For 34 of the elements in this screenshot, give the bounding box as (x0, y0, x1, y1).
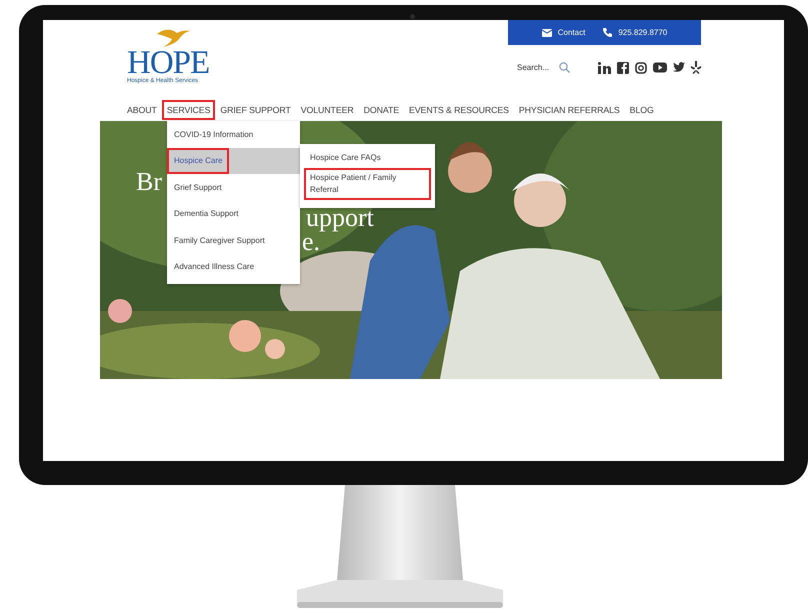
phone-icon (603, 28, 612, 37)
nav-link[interactable]: PHYSICIAN REFERRALS (516, 102, 623, 118)
camera-icon (410, 14, 415, 19)
nav-link[interactable]: EVENTS & RESOURCES (406, 102, 512, 118)
menu-item[interactable]: Family Caregiver Support (167, 227, 300, 254)
search-icon[interactable] (559, 62, 570, 73)
facebook-icon[interactable] (617, 62, 629, 74)
hero-heading: upport (306, 205, 374, 231)
menu-item[interactable]: Hospice Care (167, 148, 230, 174)
search-field[interactable]: Search... (517, 63, 553, 72)
bird-icon[interactable] (673, 62, 685, 73)
menu-item[interactable]: COVID-19 Information (167, 121, 300, 148)
menu-item[interactable]: Grief Support (167, 174, 300, 200)
nav-link[interactable]: DONATE (360, 102, 402, 118)
menu-item[interactable]: Hospice Patient / Family Referral (304, 168, 431, 200)
envelope-icon (542, 28, 552, 36)
nav-link[interactable]: BLOG (626, 102, 657, 118)
phone-link[interactable]: 925.829.8770 (618, 28, 668, 37)
nav-link[interactable]: VOLUNTEER (298, 102, 357, 118)
nav-link[interactable]: ABOUT (124, 102, 160, 118)
menu-item[interactable]: Advanced Illness Care (167, 254, 300, 280)
hero-heading: Br (136, 169, 162, 195)
nav-link[interactable]: SERVICES (164, 102, 214, 118)
instagram-icon[interactable] (635, 62, 647, 74)
youtube-icon[interactable] (653, 62, 667, 73)
nav-link[interactable]: GRIEF SUPPORT (217, 102, 294, 118)
contact-link[interactable]: Contact (558, 28, 586, 37)
yelp-icon[interactable] (691, 61, 701, 74)
hero-heading: e. (302, 229, 320, 255)
linkedin-icon[interactable] (598, 62, 611, 74)
bird-logo-icon (155, 28, 191, 48)
logo-text: HOPE (127, 48, 210, 78)
menu-item[interactable]: Hospice Care FAQs (304, 148, 431, 168)
menu-item[interactable]: Dementia Support (167, 200, 300, 227)
